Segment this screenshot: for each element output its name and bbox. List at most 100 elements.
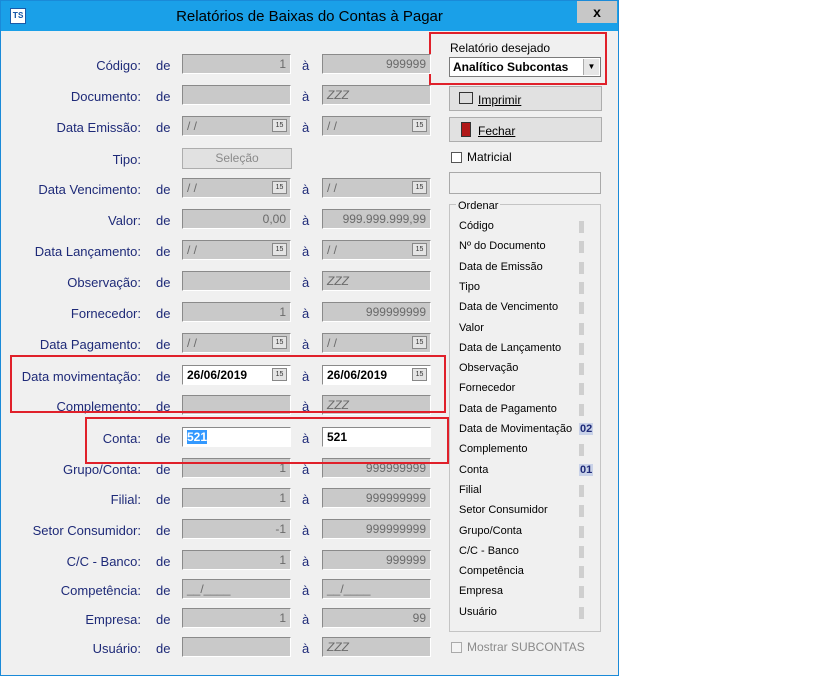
row-13-de-label: de — [156, 462, 171, 477]
close-window-button[interactable]: x — [577, 1, 617, 23]
order-item[interactable]: Data de Emissão — [459, 261, 543, 273]
order-item[interactable]: Observação — [459, 362, 518, 374]
show-subcontas-checkbox[interactable] — [451, 642, 462, 653]
calendar-icon[interactable]: 15 — [272, 181, 287, 194]
row-17-to-field[interactable]: __/____ — [322, 579, 431, 599]
order-item[interactable]: Filial — [459, 484, 482, 496]
row-1-a-label: à — [302, 89, 310, 104]
row-9-to-field[interactable]: / / 15 — [322, 333, 431, 353]
row-8-a-label: à — [302, 306, 310, 321]
order-item[interactable]: Usuário — [459, 606, 497, 618]
row-8-from-field[interactable]: 1 — [182, 302, 291, 322]
order-item[interactable]: Grupo/Conta — [459, 525, 522, 537]
order-item[interactable]: Data de Lançamento — [459, 342, 561, 354]
calendar-icon[interactable]: 15 — [272, 243, 287, 256]
row-15-from-field[interactable]: -1 — [182, 519, 291, 539]
order-item[interactable]: C/C - Banco — [459, 545, 519, 557]
order-group-title: Ordenar — [456, 200, 501, 212]
order-item[interactable]: Complemento — [459, 443, 527, 455]
row-5-a-label: à — [302, 213, 310, 228]
door-exit-icon — [461, 122, 471, 137]
order-marker[interactable] — [579, 526, 584, 538]
row-19-from-field[interactable] — [182, 637, 291, 657]
calendar-icon[interactable]: 15 — [412, 243, 427, 256]
order-item[interactable]: Código — [459, 220, 494, 232]
order-item[interactable]: Setor Consumidor — [459, 504, 548, 516]
row-9-de-label: de — [156, 337, 171, 352]
order-marker[interactable] — [579, 586, 584, 598]
matricial-checkbox[interactable] — [451, 152, 462, 163]
row-7-a-label: à — [302, 275, 310, 290]
row-16-to-field[interactable]: 999999 — [322, 550, 431, 570]
order-marker[interactable] — [579, 485, 584, 497]
calendar-icon[interactable]: 15 — [412, 119, 427, 132]
row-0-from-value: 1 — [279, 57, 286, 71]
order-item[interactable]: Competência — [459, 565, 524, 577]
row-4-from-field[interactable]: / / 15 — [182, 178, 291, 198]
order-item[interactable]: Fornecedor — [459, 382, 515, 394]
row-14-de-label: de — [156, 492, 171, 507]
row-15-to-field[interactable]: 999999999 — [322, 519, 431, 539]
row-18-from-field[interactable]: 1 — [182, 608, 291, 628]
order-item[interactable]: Tipo — [459, 281, 480, 293]
row-9-from-field[interactable]: / / 15 — [182, 333, 291, 353]
order-marker[interactable] — [579, 282, 584, 294]
title-bar[interactable]: TS Relatórios de Baixas do Contas à Paga… — [1, 1, 618, 31]
row-0-to-field[interactable]: 999999 — [322, 54, 431, 74]
close-button[interactable]: Fechar — [449, 117, 602, 142]
order-marker[interactable] — [579, 566, 584, 578]
calendar-icon[interactable]: 15 — [412, 181, 427, 194]
row-14-to-field[interactable]: 999999999 — [322, 488, 431, 508]
order-marker[interactable] — [579, 221, 584, 233]
matricial-label: Matricial — [467, 150, 512, 164]
calendar-icon[interactable]: 15 — [272, 336, 287, 349]
row-1-to-field[interactable]: ZZZ — [322, 85, 431, 105]
row-7-to-field[interactable]: ZZZ — [322, 271, 431, 291]
order-item[interactable]: Nº do Documento — [459, 240, 546, 252]
row-0-from-field[interactable]: 1 — [182, 54, 291, 74]
order-marker[interactable] — [579, 546, 584, 558]
order-item[interactable]: Empresa — [459, 585, 503, 597]
order-item[interactable]: Data de Pagamento — [459, 403, 557, 415]
order-marker[interactable] — [579, 343, 584, 355]
close-button-label: Fechar — [478, 124, 516, 138]
order-marker[interactable] — [579, 404, 584, 416]
row-3-selecao-button[interactable]: Seleção — [182, 148, 292, 169]
order-marker[interactable] — [579, 505, 584, 517]
row-6-from-field[interactable]: / / 15 — [182, 240, 291, 260]
row-17-from-field[interactable]: __/____ — [182, 579, 291, 599]
row-18-to-field[interactable]: 99 — [322, 608, 431, 628]
row-19-to-field[interactable]: ZZZ — [322, 637, 431, 657]
row-16-from-field[interactable]: 1 — [182, 550, 291, 570]
order-marker[interactable] — [579, 262, 584, 274]
row-4-to-field[interactable]: / / 15 — [322, 178, 431, 198]
printer-icon — [459, 92, 473, 104]
order-item[interactable]: Data de Movimentação — [459, 423, 572, 435]
order-marker[interactable] — [579, 607, 584, 619]
calendar-icon[interactable]: 15 — [272, 119, 287, 132]
order-marker[interactable] — [579, 302, 584, 314]
order-marker[interactable] — [579, 323, 584, 335]
row-6-to-field[interactable]: / / 15 — [322, 240, 431, 260]
order-marker[interactable] — [579, 444, 584, 456]
order-item[interactable]: Valor — [459, 322, 484, 334]
row-5-to-field[interactable]: 999.999.999,99 — [322, 209, 431, 229]
row-17-a-label: à — [302, 583, 310, 598]
order-marker[interactable] — [579, 363, 584, 375]
calendar-icon[interactable]: 15 — [412, 336, 427, 349]
order-item[interactable]: Conta — [459, 464, 488, 476]
row-5-from-field[interactable]: 0,00 — [182, 209, 291, 229]
row-8-de-label: de — [156, 306, 171, 321]
order-marker[interactable] — [579, 383, 584, 395]
row-2-from-value: / / — [187, 119, 198, 133]
row-1-from-field[interactable] — [182, 85, 291, 105]
order-marker[interactable] — [579, 241, 584, 253]
row-14-from-field[interactable]: 1 — [182, 488, 291, 508]
row-2-from-field[interactable]: / / 15 — [182, 116, 291, 136]
row-2-to-field[interactable]: / / 15 — [322, 116, 431, 136]
row-9-label: Data Pagamento: — [39, 337, 141, 352]
print-button[interactable]: Imprimir — [449, 86, 602, 111]
order-item[interactable]: Data de Vencimento — [459, 301, 558, 313]
row-8-to-field[interactable]: 999999999 — [322, 302, 431, 322]
row-7-from-field[interactable] — [182, 271, 291, 291]
